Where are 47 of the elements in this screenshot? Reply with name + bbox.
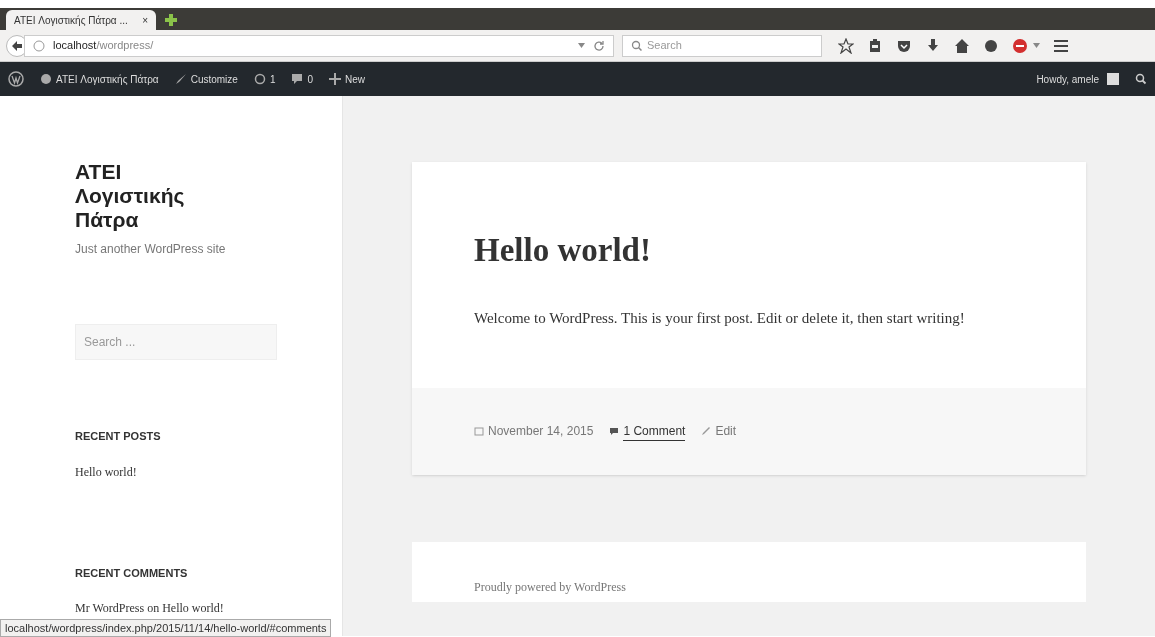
- star-icon[interactable]: [838, 37, 854, 54]
- menu-icon[interactable]: [1053, 37, 1069, 54]
- edit-link[interactable]: Edit: [701, 422, 737, 440]
- comments-link[interactable]: 0: [291, 71, 314, 87]
- wordpress-logo-icon[interactable]: [8, 71, 24, 87]
- howdy-link[interactable]: Howdy, amele: [1036, 71, 1119, 87]
- search-icon[interactable]: [1135, 73, 1147, 85]
- close-icon[interactable]: ×: [142, 12, 148, 28]
- widget-link[interactable]: Mr WordPress on Hello world!: [75, 599, 292, 617]
- plus-icon: [329, 73, 342, 85]
- dropdown-icon[interactable]: [1033, 43, 1040, 48]
- search-placeholder: Search: [647, 38, 682, 54]
- clipboard-icon[interactable]: [867, 37, 883, 54]
- address-field[interactable]: localhost/wordpress/: [24, 34, 614, 57]
- post-body: Welcome to WordPress. This is your first post. Edit or delete it, then start writing!: [474, 308, 966, 328]
- blocked-sign-icon[interactable]: [1012, 37, 1028, 54]
- date-link[interactable]: November 14, 2015: [474, 422, 594, 440]
- dropdown-icon[interactable]: [578, 43, 585, 48]
- search-icon: [631, 39, 643, 52]
- calendar-icon: [474, 426, 484, 436]
- widget-link[interactable]: Hello world!: [75, 462, 292, 481]
- tab-title: ATEI Λογιστικής Πάτρα ...: [14, 13, 128, 28]
- new-link[interactable]: New: [329, 71, 366, 87]
- comments-link[interactable]: 1 Comment: [609, 421, 686, 441]
- updates-link[interactable]: 1: [253, 71, 276, 87]
- back-arrow-icon: [11, 39, 23, 52]
- plus-icon[interactable]: [164, 13, 178, 27]
- browser-tab[interactable]: ATEI Λογιστικής Πάτρα ... ×: [6, 10, 156, 30]
- site-tagline: Just another WordPress site: [75, 241, 227, 258]
- site-link[interactable]: ATEI Λογιστικής Πάτρα: [40, 71, 159, 87]
- widget-title: RECENT COMMENTS: [75, 565, 189, 581]
- footer-credit[interactable]: Proudly powered by WordPress: [474, 577, 1024, 596]
- address-text: localhost/wordpress/: [53, 38, 155, 54]
- widget-title: RECENT POSTS: [75, 429, 162, 444]
- speech-bubble-icon: [609, 426, 620, 436]
- brush-icon: [174, 73, 187, 85]
- globe-icon: [33, 39, 45, 52]
- reload-icon[interactable]: [593, 39, 605, 52]
- status-bar: localhost/wordpress/index.php/2015/11/14/hello-world/#comments: [0, 619, 332, 637]
- home-icon[interactable]: [954, 37, 970, 54]
- speech-bubble-icon: [291, 73, 304, 85]
- pencil-icon: [701, 426, 712, 436]
- site-title[interactable]: ATEI Λογιστικής Πάτρα: [75, 160, 235, 232]
- avatar-icon: [1107, 73, 1119, 85]
- refresh-icon: [253, 73, 266, 85]
- post-title[interactable]: Hello world!: [474, 226, 1024, 276]
- customize-link[interactable]: Customize: [174, 71, 238, 87]
